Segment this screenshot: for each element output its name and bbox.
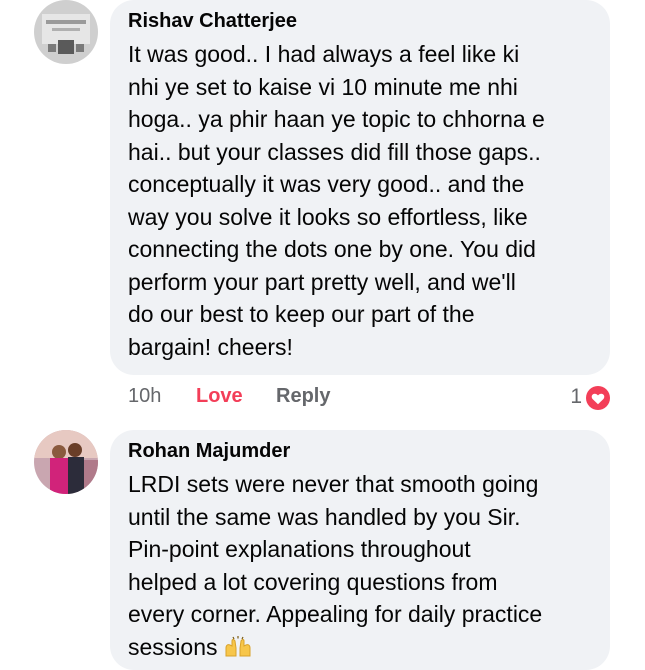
- comment-timestamp[interactable]: 10h: [128, 385, 161, 408]
- reply-link[interactable]: Reply: [276, 385, 330, 408]
- comment-text: LRDI sets were never that smooth going u…: [128, 468, 608, 663]
- avatar-image: [34, 430, 98, 494]
- comment-line: sessions: [128, 631, 608, 664]
- comment-line: conceptually it was very good.. and the: [128, 171, 525, 197]
- comment-line: every corner. Appealing for daily practi…: [128, 601, 543, 627]
- comment-bubble: Rishav Chatterjee It was good.. I had al…: [110, 0, 610, 375]
- comment-text: It was good.. I had always a feel like k…: [128, 38, 608, 363]
- comment-line: way you solve it looks so effortless, li…: [128, 203, 528, 230]
- comment-line: connecting the dots one by one. You did: [128, 236, 536, 262]
- comment-line: It was good.. I had always a feel like k…: [128, 41, 520, 67]
- avatar[interactable]: [34, 0, 98, 64]
- comment-line-text: sessions: [128, 633, 218, 660]
- comment-line: LRDI sets were never that smooth going: [128, 471, 539, 497]
- love-reaction-link[interactable]: Love: [196, 385, 243, 408]
- comment-line: nhi ye set to kaise vi 10 minute me nhi: [128, 73, 518, 100]
- heart-icon: [586, 386, 610, 410]
- comment-line: Pin-point explanations throughout: [128, 536, 471, 562]
- comment-author[interactable]: Rishav Chatterjee: [128, 10, 297, 33]
- raising-hands-emoji: [223, 634, 253, 656]
- reaction-count: 1: [570, 385, 582, 408]
- comment-author[interactable]: Rohan Majumder: [128, 440, 290, 463]
- comment-bubble: Rohan Majumder LRDI sets were never that…: [110, 430, 610, 670]
- comment-actions: 10h Love Reply: [128, 385, 428, 411]
- comment-line: do our best to keep our part of the: [128, 301, 475, 327]
- comment-line: perform your part pretty well, and we'll: [128, 268, 516, 295]
- comment-line: hai.. but your classes did fill those ga…: [128, 138, 541, 165]
- comment-line: hoga.. ya phir haan ye topic to chhorna …: [128, 106, 545, 132]
- avatar-image: [34, 0, 98, 64]
- reaction-summary[interactable]: 1: [540, 385, 610, 411]
- comment-line: until the same was handled by you Sir.: [128, 503, 521, 530]
- avatar[interactable]: [34, 430, 98, 494]
- comment-line: bargain! cheers!: [128, 333, 293, 360]
- comment-line: helped a lot covering questions from: [128, 568, 498, 595]
